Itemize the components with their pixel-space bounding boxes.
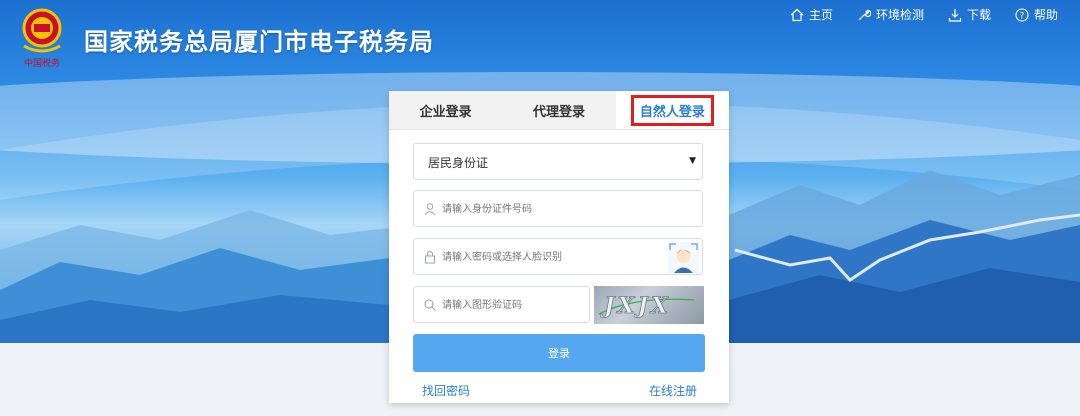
nav-home[interactable]: 主页 <box>790 6 833 23</box>
forgot-password-link[interactable]: 找回密码 <box>422 382 470 399</box>
id-number-input[interactable] <box>440 191 674 228</box>
password-input[interactable] <box>440 239 674 276</box>
help-icon: ? <box>1015 7 1029 22</box>
download-icon <box>948 8 962 22</box>
id-type-select[interactable]: 居民身份证 ▼ <box>413 143 703 180</box>
register-link[interactable]: 在线注册 <box>649 382 697 399</box>
svg-text:中国税务: 中国税务 <box>24 57 60 69</box>
tab-agent-login-label: 代理登录 <box>532 104 585 120</box>
national-emblem-logo: 中国税务 <box>18 6 66 70</box>
wrench-icon <box>858 9 871 20</box>
nav-environment-check[interactable]: 环境检测 <box>857 6 924 23</box>
tab-enterprise-login-label: 企业登录 <box>419 104 472 120</box>
captcha-field <box>413 286 590 324</box>
id-type-selected-value: 居民身份证 <box>428 156 489 170</box>
login-panel: 企业登录 代理登录 自然人登录 居民身份证 ▼ 请输入身份证件号码 请输入图形验… <box>389 91 729 403</box>
lock-icon <box>425 251 435 264</box>
svg-text:?: ? <box>1020 11 1025 21</box>
user-icon <box>424 203 436 216</box>
nav-download[interactable]: 下载 <box>948 6 991 23</box>
captcha-image[interactable]: JXJX <box>594 286 704 324</box>
nav-download-label: 下载 <box>966 8 991 22</box>
captcha-text: JXJX <box>600 293 671 319</box>
search-icon <box>424 299 436 311</box>
tab-individual-login-label: 自然人登录 <box>630 94 714 126</box>
home-icon <box>790 8 804 21</box>
captcha-input[interactable] <box>440 287 584 324</box>
face-recognition-icon <box>668 242 699 273</box>
caret-down-icon: ▼ <box>689 156 696 166</box>
login-button[interactable]: 登录 <box>413 334 705 372</box>
tab-agent-login[interactable]: 代理登录 <box>502 91 615 129</box>
face-recognition-button[interactable] <box>668 242 699 273</box>
nav-home-label: 主页 <box>808 8 833 22</box>
nav-help[interactable]: ? 帮助 <box>1015 6 1058 23</box>
nav-help-label: 帮助 <box>1033 8 1058 22</box>
site-title: 国家税务总局厦门市电子税务局 <box>84 28 434 56</box>
password-field <box>413 238 703 276</box>
top-nav: 主页 环境检测 下载 ? 帮助 <box>790 6 1058 23</box>
nav-environment-check-label: 环境检测 <box>875 8 924 22</box>
id-number-field <box>413 190 703 228</box>
login-tabs: 企业登录 代理登录 自然人登录 <box>389 91 729 130</box>
tab-individual-login[interactable]: 自然人登录 <box>615 91 729 129</box>
tab-enterprise-login[interactable]: 企业登录 <box>389 91 502 129</box>
